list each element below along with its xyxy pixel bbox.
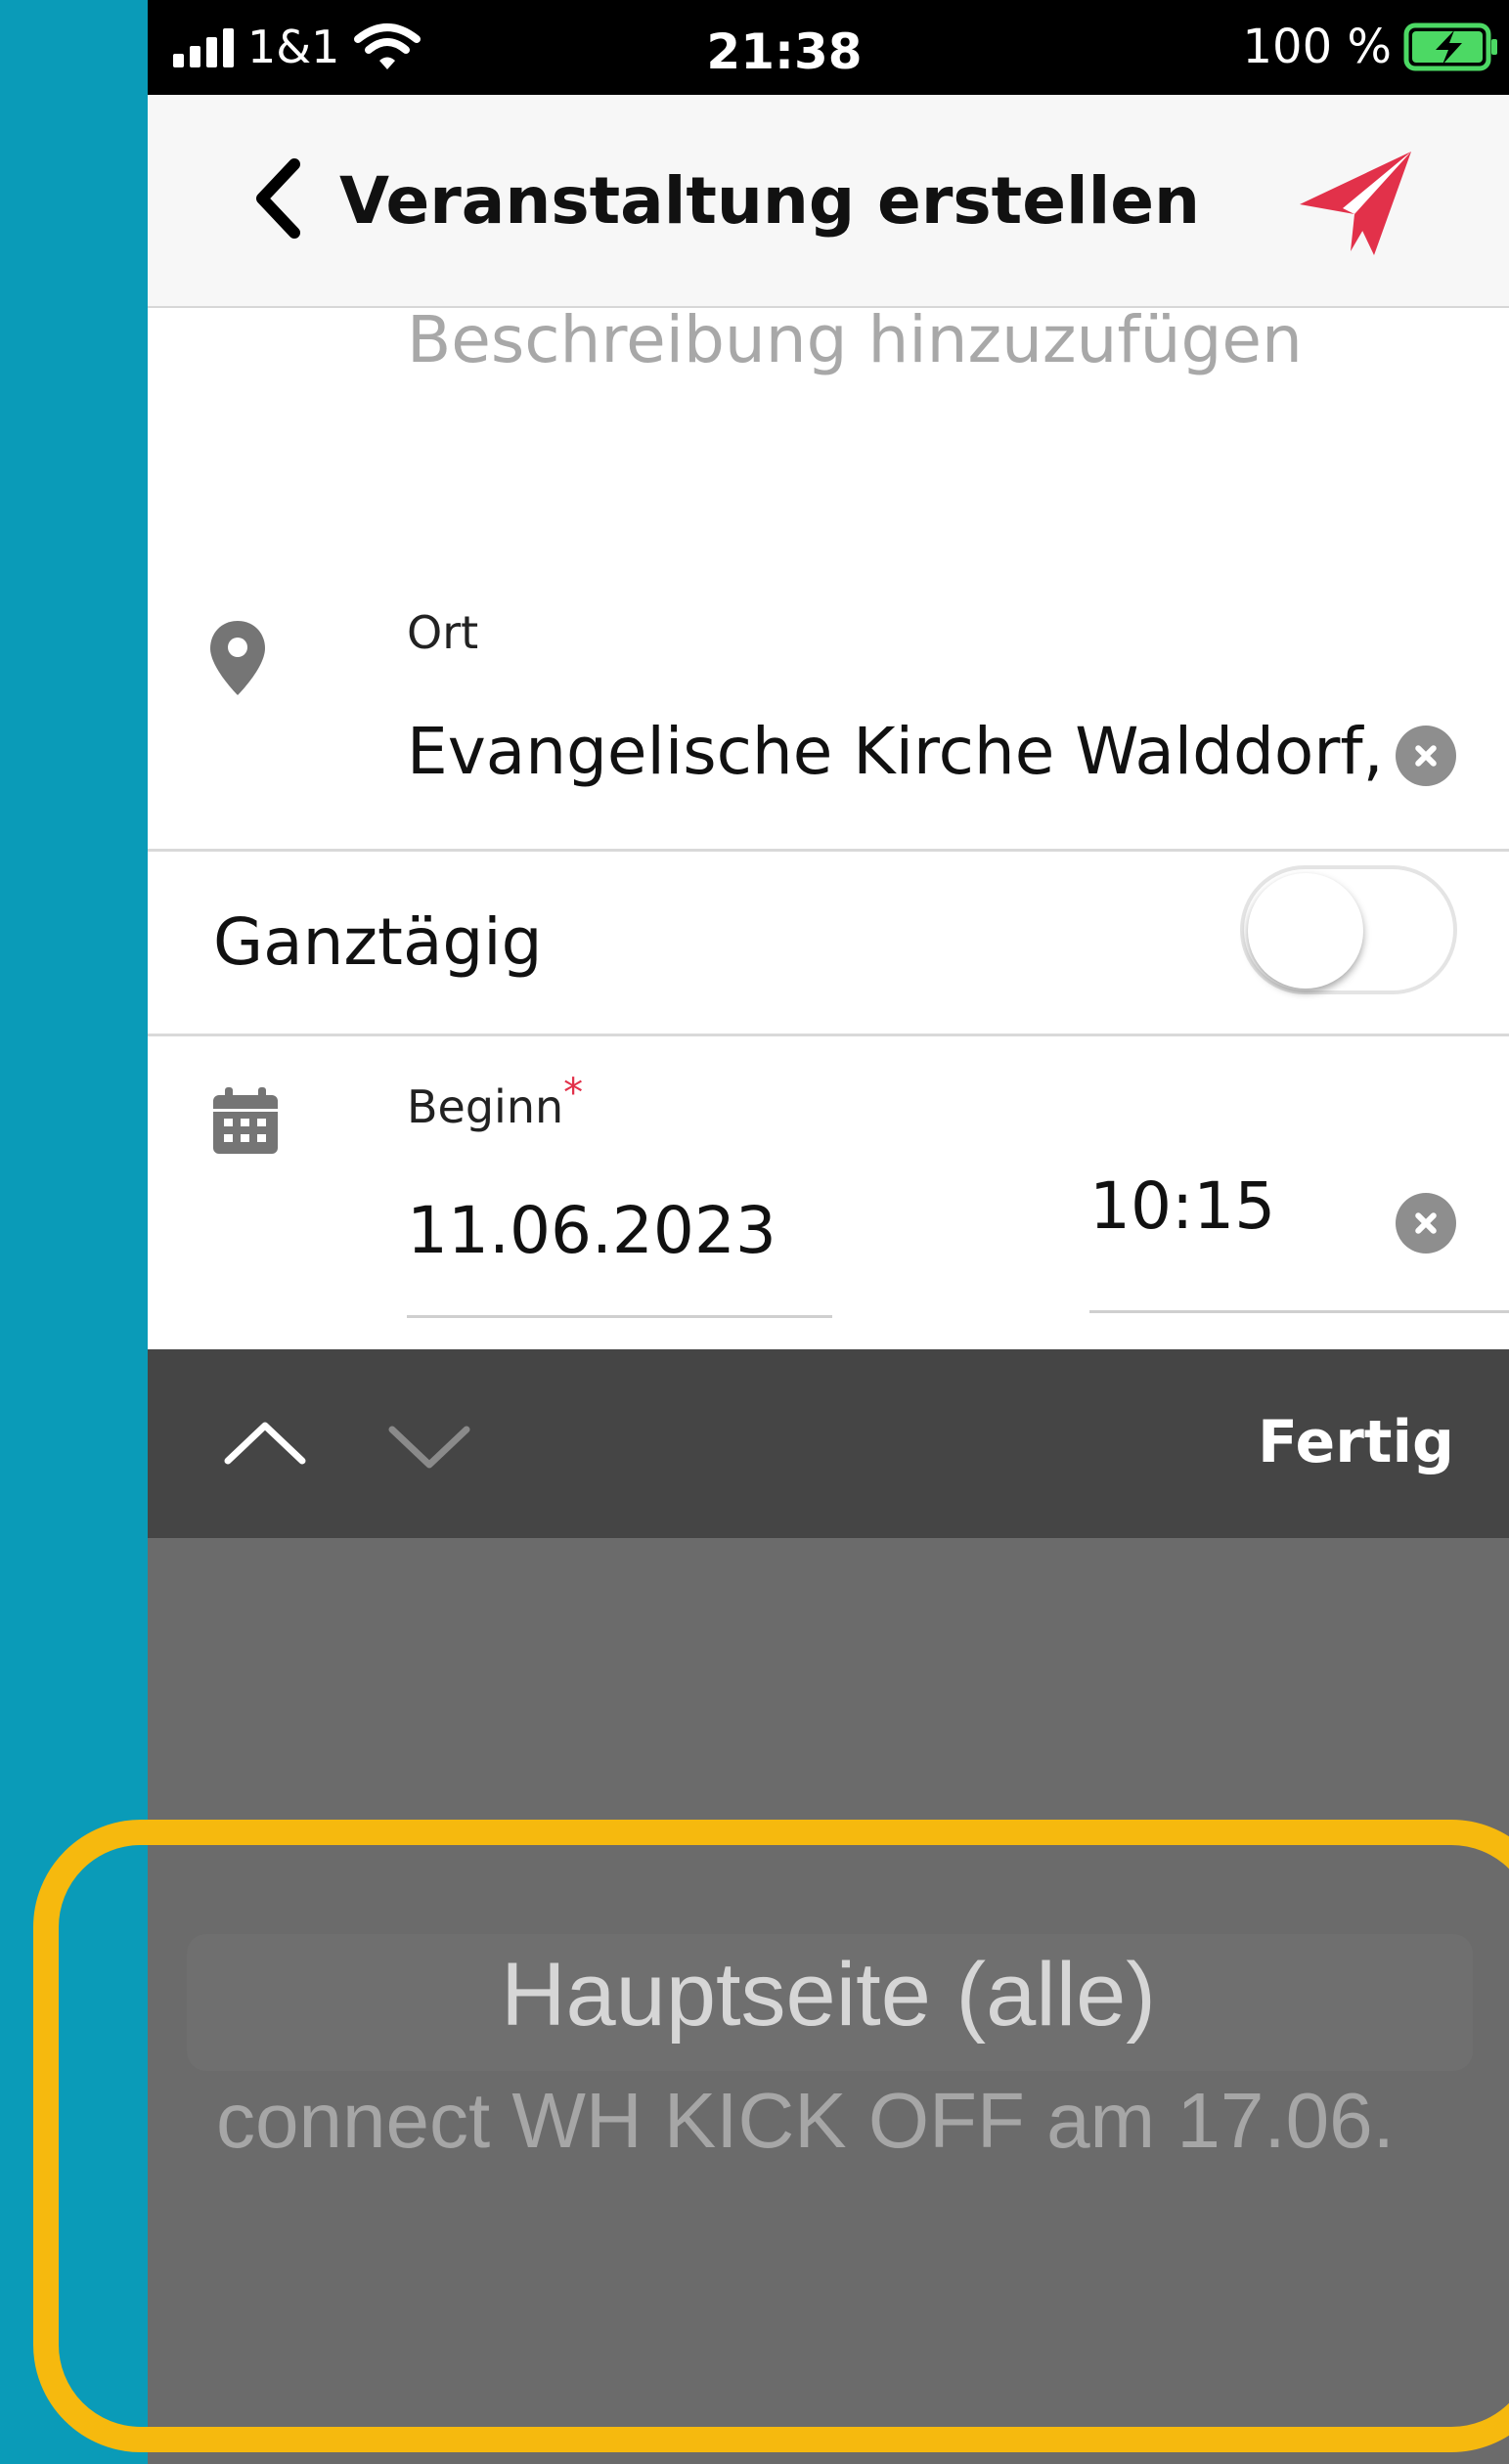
send-button[interactable] <box>1292 146 1419 258</box>
date-underline <box>407 1315 832 1318</box>
required-marker: * <box>563 1071 584 1116</box>
map-pin-icon <box>210 621 265 695</box>
time-underline <box>1089 1310 1509 1313</box>
all-day-toggle[interactable] <box>1240 865 1457 994</box>
picker-selected-option[interactable]: Hauptseite (alle) <box>148 1944 1509 2046</box>
divider <box>148 849 1509 852</box>
chevron-down-icon[interactable] <box>382 1400 476 1488</box>
calendar-icon <box>213 1087 278 1154</box>
clear-start-icon[interactable] <box>1396 1193 1456 1254</box>
toggle-knob <box>1248 873 1363 989</box>
location-row: Ort Evangelische Kirche Walddorf, <box>148 308 1509 848</box>
keyboard-accessory-toolbar: Fertig <box>148 1349 1509 1538</box>
status-bar: 1&1 21:38 100 % <box>148 0 1509 95</box>
start-label-text: Beginn <box>407 1080 564 1133</box>
location-label: Ort <box>407 606 479 659</box>
navigation-bar: Veranstaltung erstellen <box>148 95 1509 308</box>
picker-next-option[interactable]: connect WH KICK OFF am 17.06. <box>216 2076 1395 2166</box>
battery-percent: 100 % <box>1242 20 1392 74</box>
clear-location-icon[interactable] <box>1396 726 1456 786</box>
phone-screen: 1&1 21:38 100 % Veranstaltung erstellen <box>148 0 1509 2464</box>
location-input[interactable]: Evangelische Kirche Walddorf, <box>407 714 1384 789</box>
start-label: Beginn* <box>407 1071 583 1133</box>
start-date-input[interactable]: 11.06.2023 <box>407 1193 777 1268</box>
picker-wheel[interactable]: Hauptseite (alle) connect WH KICK OFF am… <box>148 1538 1509 2464</box>
status-bar-right: 100 % <box>1243 22 1499 72</box>
divider <box>148 1034 1509 1036</box>
done-button[interactable]: Fertig <box>1258 1408 1454 1476</box>
start-time-input[interactable]: 10:15 <box>1089 1168 1275 1244</box>
all-day-label: Ganztägig <box>213 904 543 980</box>
battery-charging-icon <box>1403 22 1497 71</box>
chevron-up-icon[interactable] <box>218 1400 312 1488</box>
